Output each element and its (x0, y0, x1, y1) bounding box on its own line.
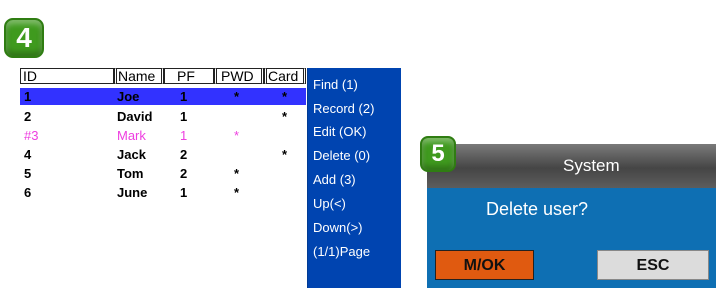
cell-pf: 2 (180, 166, 188, 181)
dialog-title: System (563, 156, 620, 175)
menu-item-delete[interactable]: Delete (0) (313, 148, 370, 163)
page-indicator: (1/1)Page (313, 244, 371, 259)
cell-id: 1 (24, 89, 32, 104)
cell-id: 5 (24, 166, 32, 181)
table-row[interactable]: 4 Jack 2 * (20, 146, 306, 163)
menu-item-add[interactable]: Add (3) (313, 172, 356, 187)
table-row[interactable]: 6 June 1 * (20, 184, 306, 201)
step-5-badge: 5 (420, 136, 456, 172)
header-card: Card (264, 68, 306, 84)
table-header: ID Name PF PWD Card (20, 68, 306, 87)
cell-pwd: * (234, 166, 240, 181)
cell-name: Mark (117, 128, 146, 143)
cell-pf: 2 (180, 147, 188, 162)
cell-pwd: * (234, 89, 240, 104)
cell-card: * (282, 109, 288, 124)
user-list-screen: ID Name PF PWD Card 1 Joe 1 * * 2 David … (20, 68, 401, 288)
cell-pf: 1 (180, 128, 188, 143)
menu-item-find[interactable]: Find (1) (313, 77, 358, 92)
step-4-badge: 4 (4, 18, 44, 58)
dialog-title-bar: System (427, 144, 716, 188)
cell-id: 4 (24, 147, 32, 162)
dialog-question: Delete user? (486, 199, 589, 219)
cell-pf: 1 (180, 185, 188, 200)
header-pf: PF (164, 68, 214, 84)
cell-name: David (117, 109, 153, 124)
menu-item-record[interactable]: Record (2) (313, 101, 374, 116)
menu-item-down[interactable]: Down(>) (313, 220, 363, 235)
esc-button[interactable]: ESC (597, 250, 709, 280)
cell-name: Tom (117, 166, 144, 181)
cell-id: #3 (24, 128, 39, 143)
cell-pf: 1 (180, 89, 188, 104)
cell-card: * (282, 147, 288, 162)
cell-name: Jack (117, 147, 146, 162)
cell-name: June (117, 185, 148, 200)
table-row[interactable]: 1 Joe 1 * * (20, 88, 306, 105)
cell-pf: 1 (180, 109, 188, 124)
header-id: ID (20, 68, 114, 84)
ok-button[interactable]: M/OK (435, 250, 534, 280)
cell-pwd: * (234, 128, 240, 143)
table-row[interactable]: #3 Mark 1 * (20, 127, 306, 144)
user-table: ID Name PF PWD Card 1 Joe 1 * * 2 David … (20, 68, 306, 288)
cell-id: 6 (24, 185, 32, 200)
option-menu: Find (1) Record (2) Edit (OK) Delete (0)… (307, 68, 401, 288)
cell-id: 2 (24, 109, 32, 124)
cell-pwd: * (234, 185, 240, 200)
table-row[interactable]: 5 Tom 2 * (20, 165, 306, 182)
cell-card: * (282, 89, 288, 104)
header-name: Name (114, 68, 164, 84)
cell-name: Joe (117, 89, 140, 104)
menu-item-edit[interactable]: Edit (OK) (313, 124, 366, 139)
menu-item-up[interactable]: Up(<) (313, 196, 346, 211)
header-pwd: PWD (214, 68, 264, 84)
table-row[interactable]: 2 David 1 * (20, 108, 306, 125)
delete-confirm-dialog: System Delete user? M/OK ESC (427, 144, 716, 288)
